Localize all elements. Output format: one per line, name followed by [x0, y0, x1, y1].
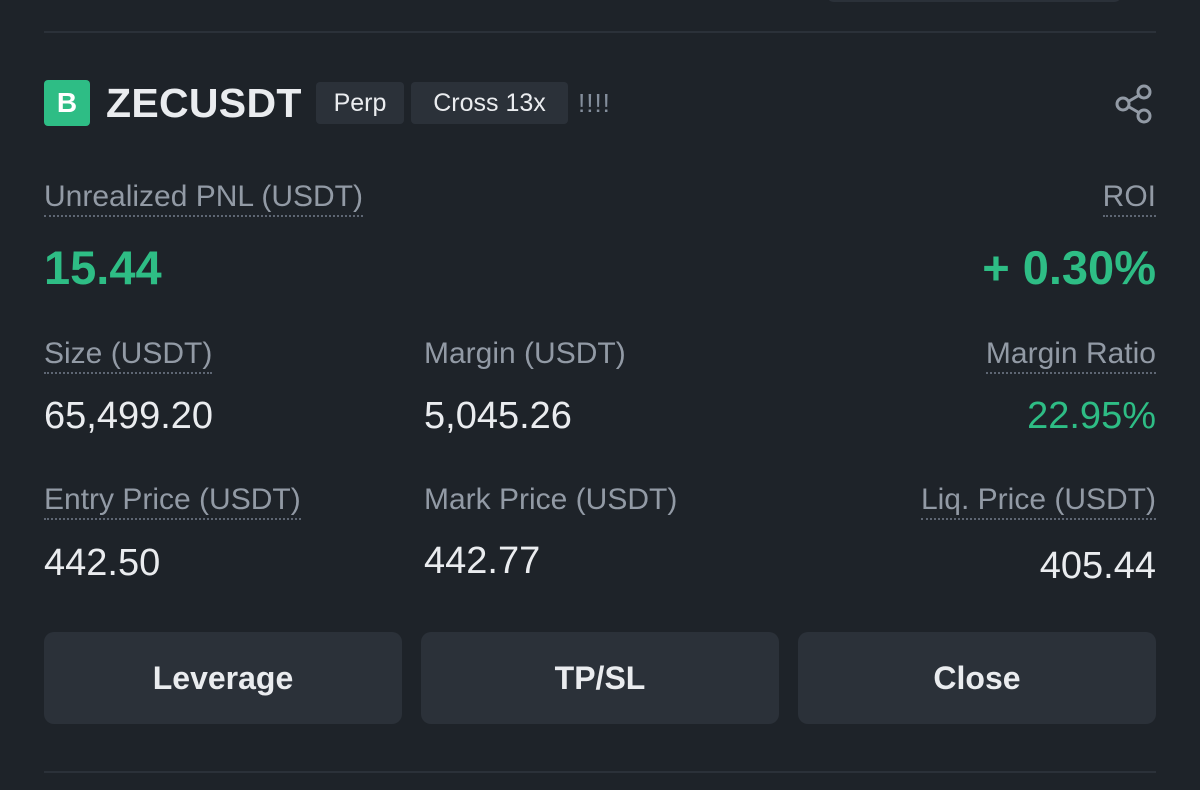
contract-type-tag: Perp [316, 82, 404, 124]
top-tab-edge[interactable] [826, 0, 1122, 2]
side-badge: B [44, 80, 90, 126]
alert-marks: !!!! [578, 88, 611, 118]
position-header: B ZECUSDT Perp Cross 13x !!!! [44, 78, 1156, 128]
margin-ratio-value: 22.95% [1027, 395, 1156, 437]
share-icon[interactable] [1112, 82, 1156, 126]
roi-value: + 0.30% [982, 241, 1156, 294]
leverage-button[interactable]: Leverage [44, 632, 402, 724]
margin-mode-tag[interactable]: Cross 13x [411, 82, 568, 124]
bottom-divider [44, 771, 1156, 773]
roi-label[interactable]: ROI [1102, 179, 1156, 217]
tpsl-button[interactable]: TP/SL [421, 632, 779, 724]
margin-label: Margin (USDT) [424, 337, 626, 370]
close-position-button[interactable]: Close [798, 632, 1156, 724]
margin-value: 5,045.26 [424, 395, 572, 437]
unrealized-pnl-label[interactable]: Unrealized PNL (USDT) [44, 179, 363, 217]
mark-price-label: Mark Price (USDT) [424, 483, 678, 516]
entry-price-label[interactable]: Entry Price (USDT) [44, 482, 301, 520]
size-label[interactable]: Size (USDT) [44, 336, 213, 374]
unrealized-pnl-value: 15.44 [44, 241, 162, 294]
margin-ratio-label[interactable]: Margin Ratio [985, 336, 1156, 374]
mark-price-value: 442.77 [424, 540, 541, 582]
top-divider [44, 31, 1156, 33]
size-value: 65,499.20 [44, 395, 214, 437]
symbol-title[interactable]: ZECUSDT [106, 78, 302, 128]
liq-price-value: 405.44 [1039, 545, 1156, 587]
entry-price-value: 442.50 [44, 542, 161, 584]
liq-price-label[interactable]: Liq. Price (USDT) [920, 482, 1156, 520]
